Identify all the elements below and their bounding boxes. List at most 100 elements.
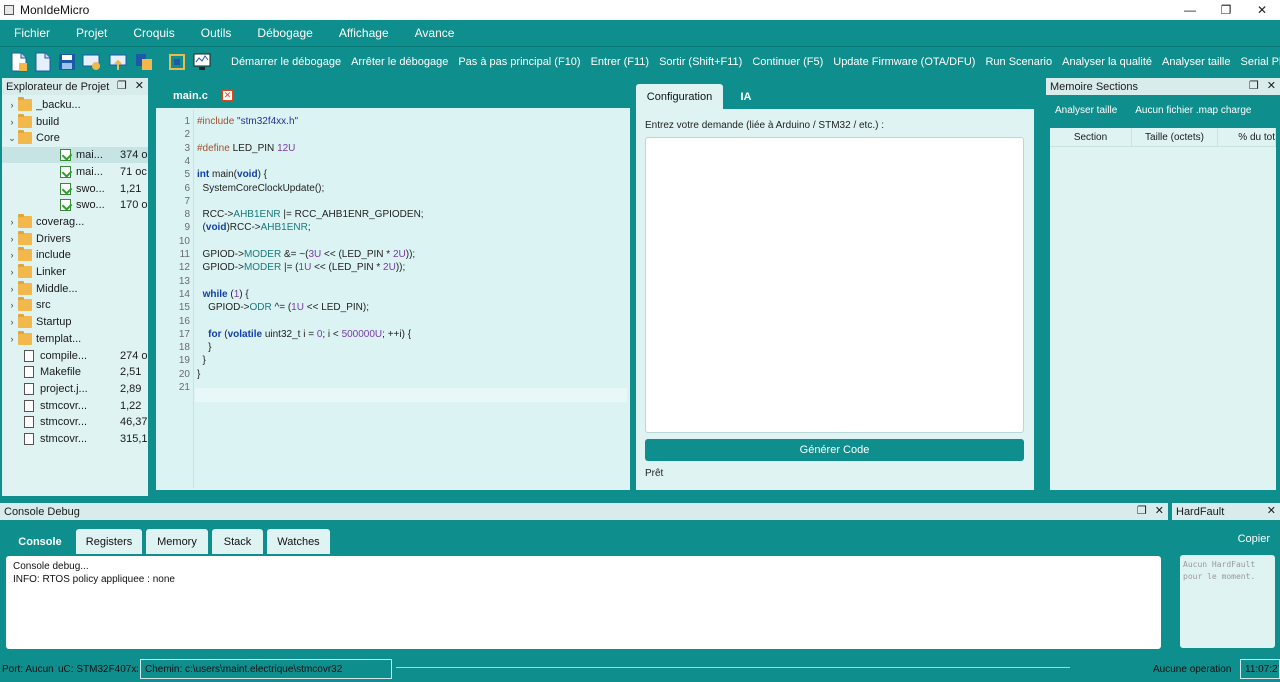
close-panel-icon[interactable]: ✕ [1155,504,1164,517]
tree-folder[interactable]: › include [2,247,148,263]
tab-configuration[interactable]: Configuration [636,84,723,109]
close-panel-icon[interactable]: ✕ [135,79,144,92]
chevron-right-icon[interactable]: › [6,284,18,294]
chevron-right-icon[interactable]: › [6,267,18,277]
tab-console[interactable]: Console [8,529,72,554]
tree-file[interactable]: swo...170 oc [2,197,148,213]
tree-item-size: 71 oc [120,165,147,178]
menu-outils[interactable]: Outils [191,26,242,40]
tree-file[interactable]: stmcovr... 315,17 [2,431,148,447]
step-over-button[interactable]: Pas à pas principal (F10) [453,56,585,68]
maximize-button[interactable]: ❐ [1208,0,1244,20]
serial-plotter-button[interactable]: Serial Plotter [1235,56,1280,68]
step-out-button[interactable]: Sortir (Shift+F11) [654,56,747,68]
menu-fichier[interactable]: Fichier [4,26,60,40]
analyze-size-button[interactable]: Analyser taille [1157,56,1235,68]
project-explorer: Explorateur de Projet ❐ ✕ › _backu... › buil… [2,78,148,496]
tree-file[interactable]: swo... 1,21 [2,181,148,197]
line-number: 7 [184,195,190,207]
upload-icon[interactable] [108,51,128,73]
file-icon [24,399,34,412]
chevron-right-icon[interactable]: › [6,317,18,327]
console-line: INFO: RTOS policy appliquee : none [13,574,175,585]
menu-projet[interactable]: Projet [66,26,117,40]
line-number: 15 [178,302,190,314]
column-section[interactable]: Section [1050,128,1132,146]
tree-item-label: _backu... [36,99,81,111]
float-panel-icon[interactable]: ❐ [1249,79,1259,92]
chevron-right-icon[interactable]: › [6,217,18,227]
code-line: #include "stm32f4xx.h" [197,116,299,127]
code-area[interactable]: 1 2 3 4 5 6 7 8 9 10 11 12 13 14 15 16 17 18 19 20 21 #inclu… [160,110,628,488]
tree-file[interactable]: project.j... 2,89 [2,381,148,397]
tree-folder[interactable]: › Linker [2,264,148,280]
debug-chip-icon[interactable] [134,51,154,73]
tree-folder[interactable]: › src [2,297,148,313]
update-firmware-button[interactable]: Update Firmware (OTA/DFU) [828,56,980,68]
chevron-right-icon[interactable]: › [6,100,18,110]
tree-file[interactable]: mai...374 oc [2,147,148,164]
hardfault-output[interactable]: Aucun HardFault pour le moment. [1180,555,1275,648]
close-tab-icon[interactable]: ✕ [222,90,233,101]
tab-memory[interactable]: Memory [146,529,208,554]
memory-analyze-button[interactable]: Analyser taille [1046,105,1126,116]
float-panel-icon[interactable]: ❐ [1137,504,1147,517]
tree-folder[interactable]: › _backu... [2,97,148,113]
tree-file[interactable]: mai... 71 oc [2,164,148,180]
line-number: 9 [184,222,190,234]
tree-file[interactable]: compile... 274 oc [2,348,148,364]
column-size[interactable]: Taille (octets) [1132,128,1218,146]
console-output[interactable]: Console debug... INFO: RTOS policy appli… [6,556,1161,649]
close-window-button[interactable]: ✕ [1244,0,1280,20]
close-panel-icon[interactable]: ✕ [1267,504,1276,517]
analyze-quality-button[interactable]: Analyser la qualité [1057,56,1157,68]
tab-stack[interactable]: Stack [212,529,263,554]
menu-croquis[interactable]: Croquis [123,26,184,40]
prompt-textarea[interactable] [645,137,1024,433]
tree-item-size: 315,17 [120,433,148,445]
tree-file[interactable]: stmcovr... 1,22 [2,398,148,414]
build-icon[interactable] [82,51,102,73]
save-icon[interactable] [58,51,76,73]
chevron-right-icon[interactable]: › [6,117,18,127]
start-debug-button[interactable]: Démarrer le débogage [226,56,346,68]
chevron-right-icon[interactable]: › [6,234,18,244]
chevron-right-icon[interactable]: › [6,250,18,260]
tree-folder[interactable]: › Startup [2,314,148,330]
memory-header: Memoire Sections ❐ ✕ [1046,78,1280,95]
menu-affichage[interactable]: Affichage [329,26,399,40]
tree-folder[interactable]: › Middle... [2,280,148,297]
tree-file[interactable]: stmcovr... 46,37 [2,414,148,430]
chevron-right-icon[interactable]: › [6,300,18,310]
run-scenario-button[interactable]: Run Scenario [980,56,1057,68]
tree-folder[interactable]: ⌄ Core [2,130,148,146]
chevron-right-icon[interactable]: › [6,334,18,344]
tab-registers[interactable]: Registers [76,529,142,554]
tree-folder[interactable]: › templat... [2,330,148,347]
float-panel-icon[interactable]: ❐ [117,79,127,92]
minimize-button[interactable]: — [1172,0,1208,20]
step-into-button[interactable]: Entrer (F11) [586,56,654,68]
column-percent[interactable]: % du tot [1218,128,1276,146]
tab-watches[interactable]: Watches [267,529,330,554]
tree-folder[interactable]: › Drivers [2,230,148,247]
close-panel-icon[interactable]: ✕ [1267,79,1276,92]
toolbar: Démarrer le débogage Arrêter le débogage… [0,46,1280,76]
menu-debogage[interactable]: Débogage [247,26,322,40]
tree-folder[interactable]: › coverag... [2,213,148,230]
menu-avance[interactable]: Avance [405,26,465,40]
window-title: MonIdeMicro [20,3,90,17]
continue-button[interactable]: Continuer (F5) [747,56,828,68]
chevron-down-icon[interactable]: ⌄ [6,133,18,144]
board-icon[interactable] [168,51,186,73]
prompt-label: Entrez votre demande (liée à Arduino / S… [645,120,885,131]
tab-ia[interactable]: IA [736,84,756,109]
copy-button[interactable]: Copier [1238,533,1270,545]
stop-debug-button[interactable]: Arrêter le débogage [346,56,453,68]
new-file-icon[interactable] [10,51,28,73]
open-file-icon[interactable] [34,51,52,73]
tree-file[interactable]: Makefile 2,51 [2,364,148,380]
generate-code-button[interactable]: Générer Code [645,439,1024,461]
serial-monitor-icon[interactable] [192,51,212,73]
tree-folder[interactable]: › build [2,113,148,130]
